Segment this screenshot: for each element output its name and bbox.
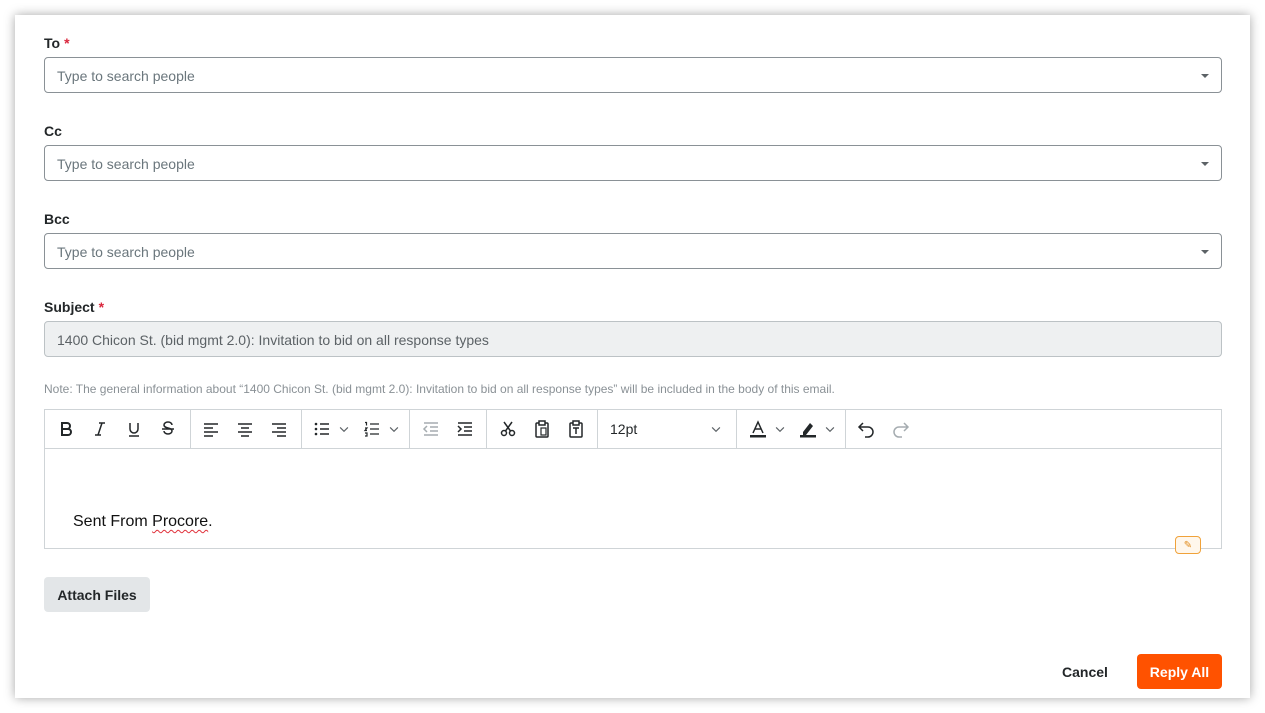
- required-indicator: *: [64, 35, 70, 51]
- align-center-icon[interactable]: [234, 418, 256, 440]
- numbered-list-icon[interactable]: [361, 418, 383, 440]
- chevron-down-icon[interactable]: [337, 418, 351, 440]
- toolbar-separator: [486, 410, 487, 449]
- toolbar-separator: [301, 410, 302, 449]
- paste-text-icon[interactable]: [565, 418, 587, 440]
- to-field[interactable]: Type to search people: [44, 57, 1222, 93]
- misspelled-word: Procore: [152, 513, 209, 530]
- editor-content[interactable]: Sent From Procore.: [73, 513, 213, 531]
- required-indicator: *: [98, 299, 105, 315]
- strikethrough-icon[interactable]: [157, 418, 179, 440]
- chevron-down-icon[interactable]: [709, 418, 723, 440]
- toolbar-separator: [736, 410, 737, 449]
- email-compose-modal: To * Type to search people Cc Type to sea…: [15, 15, 1250, 698]
- undo-icon[interactable]: [855, 418, 877, 440]
- subject-label-text: Subject: [44, 299, 95, 315]
- chevron-down-icon[interactable]: [1201, 250, 1209, 254]
- bold-icon[interactable]: [55, 418, 77, 440]
- highlight-icon[interactable]: [797, 418, 819, 440]
- cancel-button[interactable]: Cancel: [1045, 654, 1125, 689]
- body-text-prefix: Sent From: [73, 513, 153, 530]
- redo-icon[interactable]: [890, 418, 912, 440]
- rich-text-editor: 12pt Sent From Procore. ✎: [44, 409, 1222, 554]
- paste-icon[interactable]: [531, 418, 553, 440]
- toolbar-separator: [409, 410, 410, 449]
- align-right-icon[interactable]: [268, 418, 290, 440]
- underline-icon[interactable]: [123, 418, 145, 440]
- reply-all-button[interactable]: Reply All: [1137, 654, 1222, 689]
- chevron-down-icon[interactable]: [1201, 162, 1209, 166]
- subject-label: Subject *: [44, 299, 104, 315]
- toolbar-separator: [597, 410, 598, 449]
- chevron-down-icon[interactable]: [773, 418, 787, 440]
- italic-icon[interactable]: [89, 418, 111, 440]
- cut-icon[interactable]: [497, 418, 519, 440]
- outdent-icon[interactable]: [420, 418, 442, 440]
- chevron-down-icon[interactable]: [387, 418, 401, 440]
- cc-placeholder: Type to search people: [57, 156, 195, 172]
- cc-field[interactable]: Type to search people: [44, 145, 1222, 181]
- to-placeholder: Type to search people: [57, 68, 195, 84]
- to-label: To *: [44, 35, 70, 51]
- indent-icon[interactable]: [454, 418, 476, 440]
- align-left-icon[interactable]: [200, 418, 222, 440]
- bcc-label-text: Bcc: [44, 211, 70, 227]
- cc-label-text: Cc: [44, 123, 62, 139]
- font-size-select[interactable]: 12pt: [610, 421, 637, 437]
- text-color-icon[interactable]: [747, 418, 769, 440]
- bcc-label: Bcc: [44, 211, 70, 227]
- attach-files-button[interactable]: Attach Files: [44, 577, 150, 612]
- chevron-down-icon[interactable]: [1201, 74, 1209, 78]
- bullet-list-icon[interactable]: [311, 418, 333, 440]
- body-text-suffix: .: [208, 513, 213, 530]
- to-label-text: To: [44, 35, 61, 51]
- subject-value: 1400 Chicon St. (bid mgmt 2.0): Invitati…: [57, 332, 489, 348]
- bcc-field[interactable]: Type to search people: [44, 233, 1222, 269]
- toolbar-separator: [845, 410, 846, 449]
- editor-toolbar: 12pt: [45, 410, 1221, 449]
- grammar-assistant-icon[interactable]: ✎: [1175, 536, 1201, 554]
- bcc-placeholder: Type to search people: [57, 244, 195, 260]
- chevron-down-icon[interactable]: [823, 418, 837, 440]
- subject-field: 1400 Chicon St. (bid mgmt 2.0): Invitati…: [44, 321, 1222, 357]
- toolbar-separator: [190, 410, 191, 449]
- subject-note: Note: The general information about “140…: [44, 382, 835, 396]
- cc-label: Cc: [44, 123, 62, 139]
